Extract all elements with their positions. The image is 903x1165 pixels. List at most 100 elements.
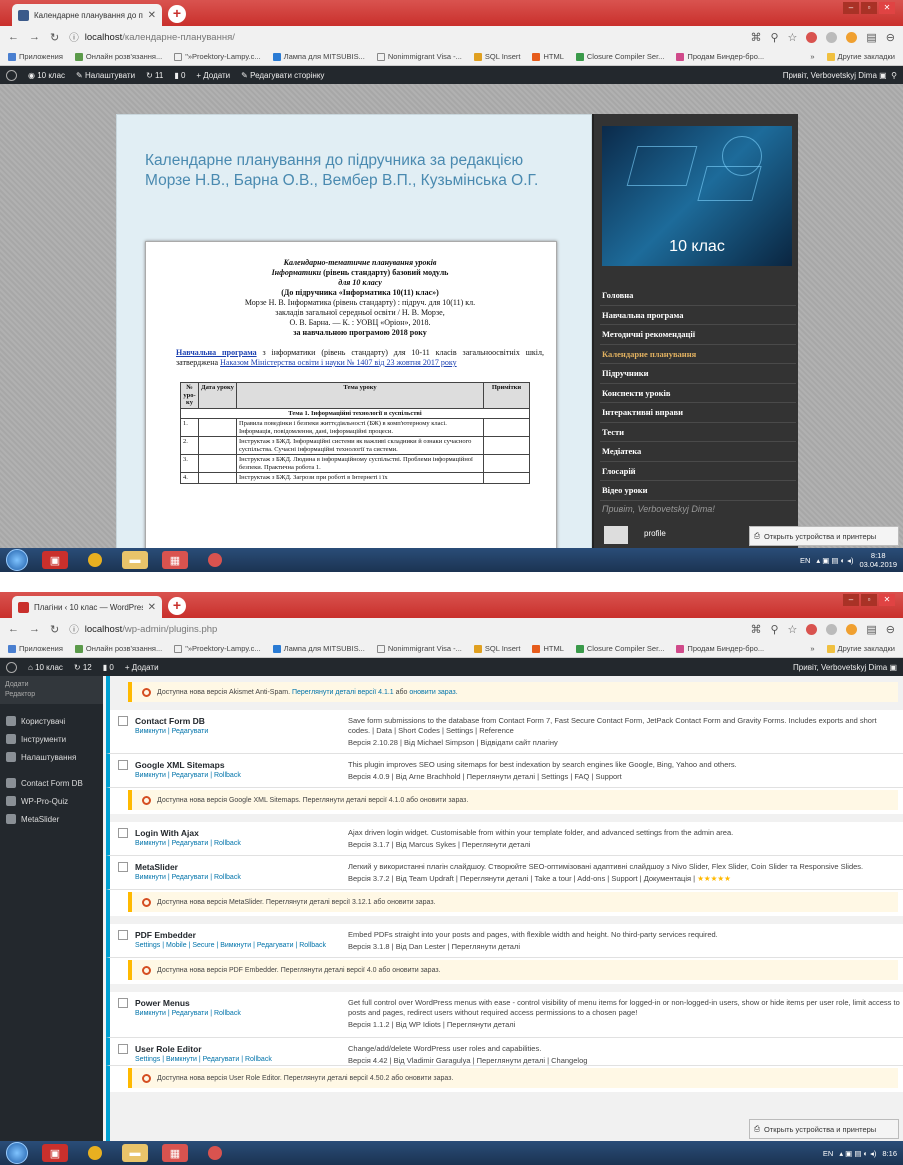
bookmark-item[interactable]: SQL Insert (473, 644, 520, 653)
start-button[interactable] (6, 549, 28, 571)
plugin-actions[interactable]: Settings | Mobile | Secure | Вимкнути | … (135, 942, 345, 949)
notice-text[interactable]: Доступна нова версія MetaSlider. Перегля… (157, 899, 436, 906)
wordpress-logo-icon[interactable] (6, 69, 17, 81)
adminbar-account[interactable]: Привіт, Verbovetskyj Dima ▣ (793, 663, 897, 672)
reload-icon[interactable]: ↻ (50, 31, 59, 44)
plugin-actions[interactable]: Вимкнути | Редагувати | Rollback (135, 1010, 345, 1017)
close-tab-icon[interactable]: ✕ (148, 602, 156, 613)
bookmarks-overflow[interactable]: » (810, 644, 814, 653)
extension-abp-icon[interactable] (806, 623, 818, 635)
extension-fox-icon[interactable] (846, 31, 858, 43)
adminbar-comments[interactable]: ▮ 0 (174, 71, 185, 80)
zoom-icon[interactable]: ⚲ (770, 623, 778, 636)
close-window-icon[interactable]: ✕ (879, 594, 895, 606)
account-icon[interactable]: ⊖ (886, 623, 895, 636)
bookmark-item[interactable]: Nonimmigrant Visa -... (376, 644, 462, 653)
plugin-actions[interactable]: Вимкнути | Редагувати | Rollback (135, 874, 345, 881)
plugin-checkbox[interactable] (118, 1044, 128, 1054)
adminbar-comments[interactable]: ▮ 0 (103, 663, 114, 672)
extension-fox-icon[interactable] (846, 623, 858, 635)
translate-icon[interactable]: ⌘ (750, 623, 761, 636)
menu-item[interactable]: Методичні рекомендації (600, 325, 796, 345)
forward-icon[interactable]: → (29, 623, 40, 635)
extension-abp-icon[interactable] (806, 31, 818, 43)
adminbar-account[interactable]: Привіт, Verbovetskyj Dima ▣ ⚲ (783, 71, 897, 80)
order-link[interactable]: Наказом Міністерства освіти і науки № 14… (220, 358, 457, 367)
extension-icon[interactable] (826, 31, 838, 43)
info-icon[interactable]: ⓘ (69, 30, 79, 44)
browser-tab[interactable]: Плагіни ‹ 10 клас — WordPress ✕ (12, 596, 162, 618)
menu-item[interactable]: Відео уроки (600, 481, 796, 501)
bookmark-item[interactable]: "»Proektory-Lampy.c... (174, 644, 261, 653)
new-tab-button[interactable]: + (168, 5, 186, 23)
browser-tab[interactable]: Календарне планування до підру... ✕ (12, 4, 162, 26)
menu-item[interactable]: Головна (600, 286, 796, 306)
sidebar-item-settings[interactable]: Налаштування (0, 748, 103, 766)
wordpress-logo-icon[interactable] (6, 661, 17, 673)
maximize-icon[interactable]: ▫ (861, 2, 877, 14)
zoom-icon[interactable]: ⚲ (770, 31, 778, 44)
chrome-icon[interactable] (202, 1144, 228, 1162)
bookmark-item[interactable]: Лампа для MITSUBIS... (272, 52, 365, 61)
bookmark-item[interactable]: Closure Compiler Ser... (575, 52, 664, 61)
clock[interactable]: 8:18 03.04.2019 (859, 551, 897, 569)
bookmark-item[interactable]: Продам Биндер-бро... (676, 644, 764, 653)
start-button[interactable] (6, 1142, 28, 1164)
url-field[interactable]: ⓘ localhost/wp-admin/plugins.php (69, 620, 740, 638)
plugin-checkbox[interactable] (118, 828, 128, 838)
sidebar-item-tools[interactable]: Інструменти (0, 730, 103, 748)
plugin-checkbox[interactable] (118, 862, 128, 872)
bookmark-item[interactable]: Онлайн розв'язання... (74, 52, 162, 61)
bookmark-item[interactable]: HTML (532, 52, 564, 61)
sidebar-item-metaslider[interactable]: MetaSlider (0, 810, 103, 828)
close-tab-icon[interactable]: ✕ (148, 10, 156, 21)
star-icon[interactable]: ☆ (788, 623, 798, 636)
reader-icon[interactable]: ▤ (866, 31, 876, 44)
menu-item[interactable]: Тести (600, 423, 796, 442)
minimize-icon[interactable]: – (843, 594, 859, 606)
taskbar-app-icon[interactable]: ▣ (42, 1144, 68, 1162)
plugin-actions[interactable]: Settings | Вимкнути | Редагувати | Rollb… (135, 1056, 345, 1063)
program-link[interactable]: Навчальна програма (176, 348, 257, 357)
plugin-actions[interactable]: Вимкнути | Редагувати | Rollback (135, 840, 345, 847)
extension-icon[interactable] (826, 623, 838, 635)
chrome-icon[interactable] (82, 1144, 108, 1162)
close-window-icon[interactable]: ✕ (879, 2, 895, 14)
adminbar-site[interactable]: ⌂ 10 клас (28, 663, 63, 672)
maximize-icon[interactable]: ▫ (861, 594, 877, 606)
minimize-icon[interactable]: – (843, 2, 859, 14)
bookmark-item[interactable]: HTML (532, 644, 564, 653)
menu-item-current[interactable]: Календарне планування (600, 345, 796, 364)
chrome-icon[interactable] (82, 551, 108, 569)
language-indicator[interactable]: EN (823, 1149, 833, 1158)
menu-item[interactable]: Підручники (600, 364, 796, 384)
menu-item[interactable]: Навчальна програма (600, 306, 796, 325)
other-bookmarks[interactable]: Другие закладки (826, 644, 895, 653)
account-icon[interactable]: ⊖ (886, 31, 895, 44)
adminbar-updates[interactable]: ↻ 12 (74, 663, 92, 672)
menu-item[interactable]: Конспекти уроків (600, 384, 796, 403)
plugin-checkbox[interactable] (118, 930, 128, 940)
star-icon[interactable]: ☆ (788, 31, 798, 44)
notice-text[interactable]: Доступна нова версія User Role Editor. П… (157, 1075, 453, 1082)
tray-icons[interactable]: ▴ ▣ ▤ ◐ ◂) (816, 556, 853, 565)
sidebar-item-wp-pro-quiz[interactable]: WP-Pro-Quiz (0, 792, 103, 810)
submenu-item[interactable]: Додати (5, 680, 98, 690)
adminbar-site[interactable]: ◉ 10 клас (28, 71, 65, 80)
taskbar-app-icon[interactable]: ▣ (42, 551, 68, 569)
translate-icon[interactable]: ⌘ (750, 31, 761, 44)
url-field[interactable]: ⓘ localhost/календарне-планування/ (69, 28, 740, 46)
adminbar-new[interactable]: + Додати (196, 71, 230, 80)
bookmark-item[interactable]: Closure Compiler Ser... (575, 644, 664, 653)
forward-icon[interactable]: → (29, 31, 40, 43)
plugin-checkbox[interactable] (118, 998, 128, 1008)
info-icon[interactable]: ⓘ (69, 622, 79, 636)
sidebar-item-users[interactable]: Користувачі (0, 712, 103, 730)
menu-item[interactable]: Глосарій (600, 462, 796, 481)
tray-icons[interactable]: ▴ ▣ ▤ ◐ ◂) (839, 1149, 876, 1158)
bookmark-item[interactable]: Nonimmigrant Visa -... (376, 52, 462, 61)
adminbar-edit[interactable]: ✎ Редагувати сторінку (241, 71, 324, 80)
adminbar-new[interactable]: + Додати (125, 663, 159, 672)
bookmarks-overflow[interactable]: » (810, 52, 814, 61)
profile-link[interactable]: profile (644, 529, 666, 538)
